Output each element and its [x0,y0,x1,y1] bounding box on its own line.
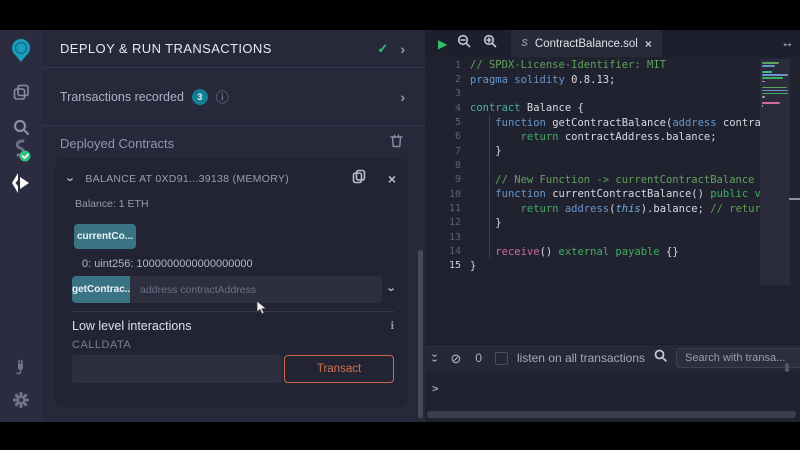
expand-args-chevron-icon[interactable]: › [385,287,398,291]
terminal-console[interactable]: > [425,371,800,411]
pending-tx-count: 0 [475,351,482,365]
contract-balance-label: Balance: 1 ETH [75,198,149,210]
line-number: 13 [425,232,470,243]
terminal-toolbar: ›› ⊘ 0 listen on all transactions [425,344,800,371]
transactions-recorded-label: Transactions recorded [60,90,184,104]
code-line: 8 [425,158,800,172]
panel-resize-handle[interactable] [789,198,800,200]
close-tab-icon[interactable]: × [645,37,652,51]
terminal-search-icon [654,349,667,367]
line-number: 7 [425,146,470,157]
code-line: 5 function getContractBalance(address co… [425,115,800,129]
tab-filename: ContractBalance.sol [535,38,638,50]
contract-instance-title: BALANCE AT 0XD91...39138 (MEMORY) [85,173,351,185]
solidity-compiler-icon[interactable] [0,136,42,166]
chevron-right-icon[interactable]: › [400,42,405,56]
low-level-interactions-label: Low level interactions [72,319,391,333]
zoom-out-icon[interactable] [457,34,471,53]
code-line: 1// SPDX-License-Identifier: MIT [425,58,800,72]
line-number: 4 [425,103,470,114]
close-instance-icon[interactable]: × [388,172,396,186]
code-line: 11 return address(this).balance; // retu… [425,201,800,215]
expand-horizontal-icon[interactable]: ↔ [781,35,794,50]
terminal-hscroll[interactable] [427,411,796,418]
deploy-run-panel: DEPLOY & RUN TRANSACTIONS ✓ › Transactio… [42,30,425,422]
get-contract-balance-button[interactable]: getContrac... [72,276,130,303]
clear-console-icon[interactable]: ⊘ [450,352,461,365]
line-number: 5 [425,117,470,128]
code-line: 9 // New Function -> currentContractBala… [425,173,800,187]
transactions-recorded-row[interactable]: Transactions recorded 3 ⓘ › [42,69,425,126]
divider [72,311,394,312]
transact-button[interactable]: Transact [284,355,394,383]
line-number: 14 [425,246,470,257]
code-line: 7 } [425,144,800,158]
current-contract-balance-button[interactable]: currentCo... [74,224,136,249]
remix-ide-screen: DEPLOY & RUN TRANSACTIONS ✓ › Transactio… [0,0,800,450]
code-line: 3 [425,87,800,101]
activity-bar [0,30,42,422]
editor-tabbar: ▶ S [425,30,800,57]
line-number: 15 [425,260,470,271]
zoom-in-icon[interactable] [483,34,497,53]
code-line: 4contract Balance { [425,101,800,115]
deployed-contracts-header: Deployed Contracts [42,127,425,159]
line-number: 1 [425,60,470,71]
line-number: 8 [425,160,470,171]
collapse-chevron-icon[interactable]: › [65,177,78,181]
line-number: 6 [425,131,470,142]
panel-scrollbar[interactable] [418,250,423,418]
code-editor[interactable]: 1// SPDX-License-Identifier: MIT2pragma … [425,57,800,344]
editor-workspace: ▶ S [425,30,800,422]
solidity-file-icon: S [521,38,528,49]
calldata-input[interactable] [72,355,282,383]
line-number: 10 [425,189,470,200]
call-output-value: 0: uint256: 1000000000000000000 [82,258,253,270]
copy-address-icon[interactable] [352,169,366,189]
low-level-info-icon[interactable]: i [391,318,394,333]
terminal-expand-icon[interactable]: ›› [433,353,436,363]
run-script-icon[interactable]: ▶ [438,38,447,50]
editor-minimap[interactable] [760,59,790,285]
calldata-label: CALLDATA [72,339,131,351]
line-number: 9 [425,174,470,185]
deployed-contracts-label: Deployed Contracts [60,136,390,151]
settings-gear-icon[interactable] [0,386,42,414]
code-line: 2pragma solidity 0.8.13; [425,72,800,86]
deployed-contract-card: › BALANCE AT 0XD91...39138 (MEMORY) × Ba… [55,158,408,407]
remix-logo-icon[interactable] [0,35,42,65]
code-line: 10 function currentContractBalance() pub… [425,187,800,201]
panel-header: DEPLOY & RUN TRANSACTIONS ✓ › [42,30,425,68]
success-check-icon: ✓ [377,41,388,57]
code-line: 12 } [425,216,800,230]
listen-all-label: listen on all transactions [517,351,654,365]
panel-title: DEPLOY & RUN TRANSACTIONS [60,41,377,56]
get-contract-balance-row: getContrac... › [72,276,394,303]
line-number: 11 [425,203,470,214]
chevron-right-icon[interactable]: › [400,90,405,104]
contract-address-input[interactable] [130,276,382,303]
code-line: 13 [425,230,800,244]
info-circle-icon[interactable]: ⓘ [216,91,400,104]
deploy-and-run-icon[interactable] [0,168,42,198]
code-line: 6 return contractAddress.balance; [425,130,800,144]
mouse-cursor [256,300,268,321]
terminal-search-input[interactable] [676,348,800,368]
code-line: 15} [425,259,800,273]
plugin-manager-icon[interactable] [0,352,42,380]
code-line: 14 receive() external payable {} [425,244,800,258]
tab-contract-balance[interactable]: S ContractBalance.sol × [511,30,662,57]
trash-icon[interactable] [390,134,403,153]
listen-all-checkbox[interactable] [495,352,508,365]
file-explorer-icon[interactable] [0,78,42,106]
line-number: 2 [425,74,470,85]
line-number: 3 [425,88,470,99]
remix-ide-window: DEPLOY & RUN TRANSACTIONS ✓ › Transactio… [0,30,800,422]
transactions-count-badge: 3 [192,89,208,105]
terminal-prompt: > [432,382,439,395]
line-number: 12 [425,217,470,228]
terminal-vscroll-thumb[interactable] [785,363,789,372]
